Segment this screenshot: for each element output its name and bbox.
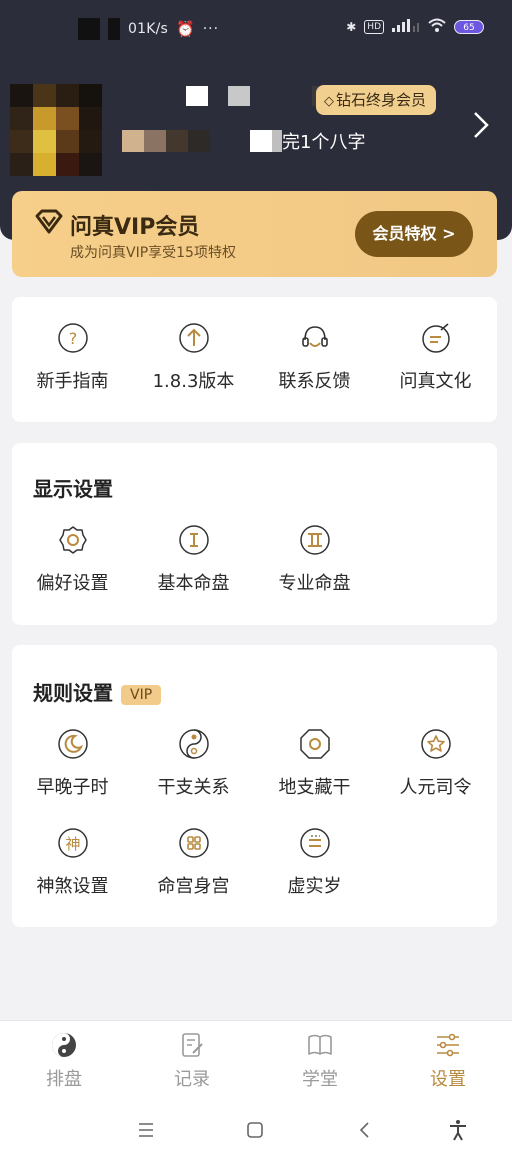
vip-title: 问真VIP会员 bbox=[70, 215, 200, 240]
wifi-icon bbox=[428, 18, 446, 35]
notes-icon bbox=[421, 323, 450, 353]
nominal-age-item[interactable]: 虚实岁 bbox=[254, 826, 375, 898]
tab-settings-label: 设置 bbox=[430, 1069, 466, 1090]
nominal-age-label: 虚实岁 bbox=[287, 876, 342, 897]
vip-tag: VIP bbox=[121, 684, 162, 705]
zi-hour-label: 早晚子时 bbox=[36, 777, 109, 798]
alarm-icon: ⏰ bbox=[176, 20, 195, 38]
feedback-item[interactable]: 联系反馈 bbox=[254, 321, 375, 393]
profile-subtitle: 完1个八字 bbox=[122, 128, 365, 154]
chevron-right-icon[interactable] bbox=[468, 108, 494, 142]
bluetooth-icon: ✱ bbox=[346, 19, 357, 34]
profile-name bbox=[186, 86, 334, 106]
basic-chart-label: 基本命盘 bbox=[157, 573, 230, 594]
rule-settings-card: 规则设置 VIP 早晚子时 干支关系 地支藏干 人元司令 神 神煞设置 命宫身宫 … bbox=[12, 645, 497, 927]
battery-icon: 65 bbox=[454, 19, 484, 34]
yin-yang-icon bbox=[52, 1033, 76, 1057]
preference-label: 偏好设置 bbox=[36, 573, 109, 594]
question-icon: ? bbox=[57, 323, 88, 353]
back-icon[interactable] bbox=[353, 1118, 377, 1142]
home-icon[interactable] bbox=[243, 1118, 267, 1142]
rule-settings-title-text: 规则设置 bbox=[33, 681, 113, 705]
equal-icon bbox=[299, 828, 330, 858]
yin-yang-icon bbox=[178, 729, 209, 759]
edit-doc-icon bbox=[182, 1033, 203, 1057]
tab-academy-label: 学堂 bbox=[302, 1069, 338, 1090]
avatar[interactable] bbox=[10, 84, 102, 176]
roman-one-icon bbox=[178, 525, 209, 555]
version-label: 1.8.3版本 bbox=[152, 371, 235, 392]
network-speed: 01K/s bbox=[128, 21, 169, 37]
hidden-stems-label: 地支藏干 bbox=[278, 777, 351, 798]
hidden-stems-item[interactable]: 地支藏干 bbox=[254, 727, 375, 799]
display-settings-card: 显示设置 偏好设置 基本命盘 专业命盘 bbox=[12, 443, 497, 625]
version-item[interactable]: 1.8.3版本 bbox=[133, 321, 254, 393]
culture-label: 问真文化 bbox=[399, 371, 472, 392]
status-bar: 01K/s ⏰ ··· ✱ HD 65 bbox=[0, 0, 512, 56]
profile-subtitle-text: 完1个八字 bbox=[282, 132, 366, 153]
vip-membership-badge: ◇ 钻石终身会员 bbox=[316, 85, 437, 115]
vip-badge-label: 钻石终身会员 bbox=[336, 91, 427, 109]
tab-records-label: 记录 bbox=[174, 1069, 210, 1090]
tab-paipan-label: 排盘 bbox=[46, 1069, 82, 1090]
shensha-label: 神煞设置 bbox=[36, 876, 109, 897]
basic-chart-item[interactable]: 基本命盘 bbox=[133, 523, 254, 595]
status-left: 01K/s ⏰ ··· bbox=[78, 18, 219, 40]
grid-icon bbox=[178, 828, 209, 858]
status-right: ✱ HD 65 bbox=[346, 18, 484, 35]
moon-icon bbox=[57, 729, 88, 759]
vip-privileges-button[interactable]: 会员特权 > bbox=[355, 211, 473, 257]
zi-hour-item[interactable]: 早晚子时 bbox=[12, 727, 133, 799]
tab-records[interactable]: 记录 bbox=[128, 1031, 256, 1091]
bottom-navigation: 排盘 记录 学堂 设置 bbox=[0, 1020, 512, 1104]
vip-banner[interactable]: 问真VIP会员 成为问真VIP享受15项特权 会员特权 > bbox=[12, 191, 497, 277]
diamond-icon: ◇ bbox=[324, 94, 334, 109]
tab-academy[interactable]: 学堂 bbox=[256, 1031, 384, 1091]
diamond-icon bbox=[35, 209, 63, 234]
tab-settings[interactable]: 设置 bbox=[384, 1031, 512, 1091]
rule-settings-title: 规则设置 VIP bbox=[33, 677, 162, 706]
pro-chart-item[interactable]: 专业命盘 bbox=[254, 523, 375, 595]
headset-icon bbox=[301, 326, 328, 347]
guide-item[interactable]: ? 新手指南 bbox=[12, 321, 133, 393]
culture-item[interactable]: 问真文化 bbox=[375, 321, 496, 393]
guide-label: 新手指南 bbox=[36, 371, 109, 392]
notification-icon bbox=[108, 18, 120, 40]
octagon-icon bbox=[299, 729, 330, 759]
system-navigation-bar bbox=[0, 1104, 512, 1155]
pro-chart-label: 专业命盘 bbox=[278, 573, 351, 594]
vip-subtitle: 成为问真VIP享受15项特权 bbox=[70, 245, 236, 261]
preference-item[interactable]: 偏好设置 bbox=[12, 523, 133, 595]
more-icon: ··· bbox=[202, 21, 220, 37]
shen-icon: 神 bbox=[57, 828, 88, 858]
feedback-label: 联系反馈 bbox=[278, 371, 351, 392]
roman-two-icon bbox=[299, 525, 330, 555]
ganzhi-relation-item[interactable]: 干支关系 bbox=[133, 727, 254, 799]
upload-icon bbox=[178, 323, 209, 353]
renyuan-item[interactable]: 人元司令 bbox=[375, 727, 496, 799]
renyuan-label: 人元司令 bbox=[399, 777, 472, 798]
notification-icon bbox=[78, 18, 100, 40]
star-icon bbox=[420, 729, 451, 759]
life-palace-item[interactable]: 命宫身宫 bbox=[133, 826, 254, 898]
shen-glyph: 神 bbox=[65, 835, 80, 853]
gear-icon bbox=[58, 526, 87, 554]
ganzhi-relation-label: 干支关系 bbox=[157, 777, 230, 798]
quick-links-card: ? 新手指南 1.8.3版本 联系反馈 问真文化 bbox=[12, 297, 497, 422]
accessibility-icon[interactable] bbox=[446, 1118, 470, 1142]
book-icon bbox=[308, 1034, 332, 1055]
signal-icon bbox=[392, 18, 420, 35]
display-settings-title: 显示设置 bbox=[33, 477, 113, 501]
hd-icon: HD bbox=[364, 19, 384, 34]
svg-text:?: ? bbox=[68, 329, 77, 348]
life-palace-label: 命宫身宫 bbox=[157, 876, 230, 897]
tab-paipan[interactable]: 排盘 bbox=[0, 1031, 128, 1091]
shensha-item[interactable]: 神 神煞设置 bbox=[12, 826, 133, 898]
sliders-icon bbox=[437, 1033, 459, 1057]
menu-icon[interactable] bbox=[134, 1118, 158, 1142]
